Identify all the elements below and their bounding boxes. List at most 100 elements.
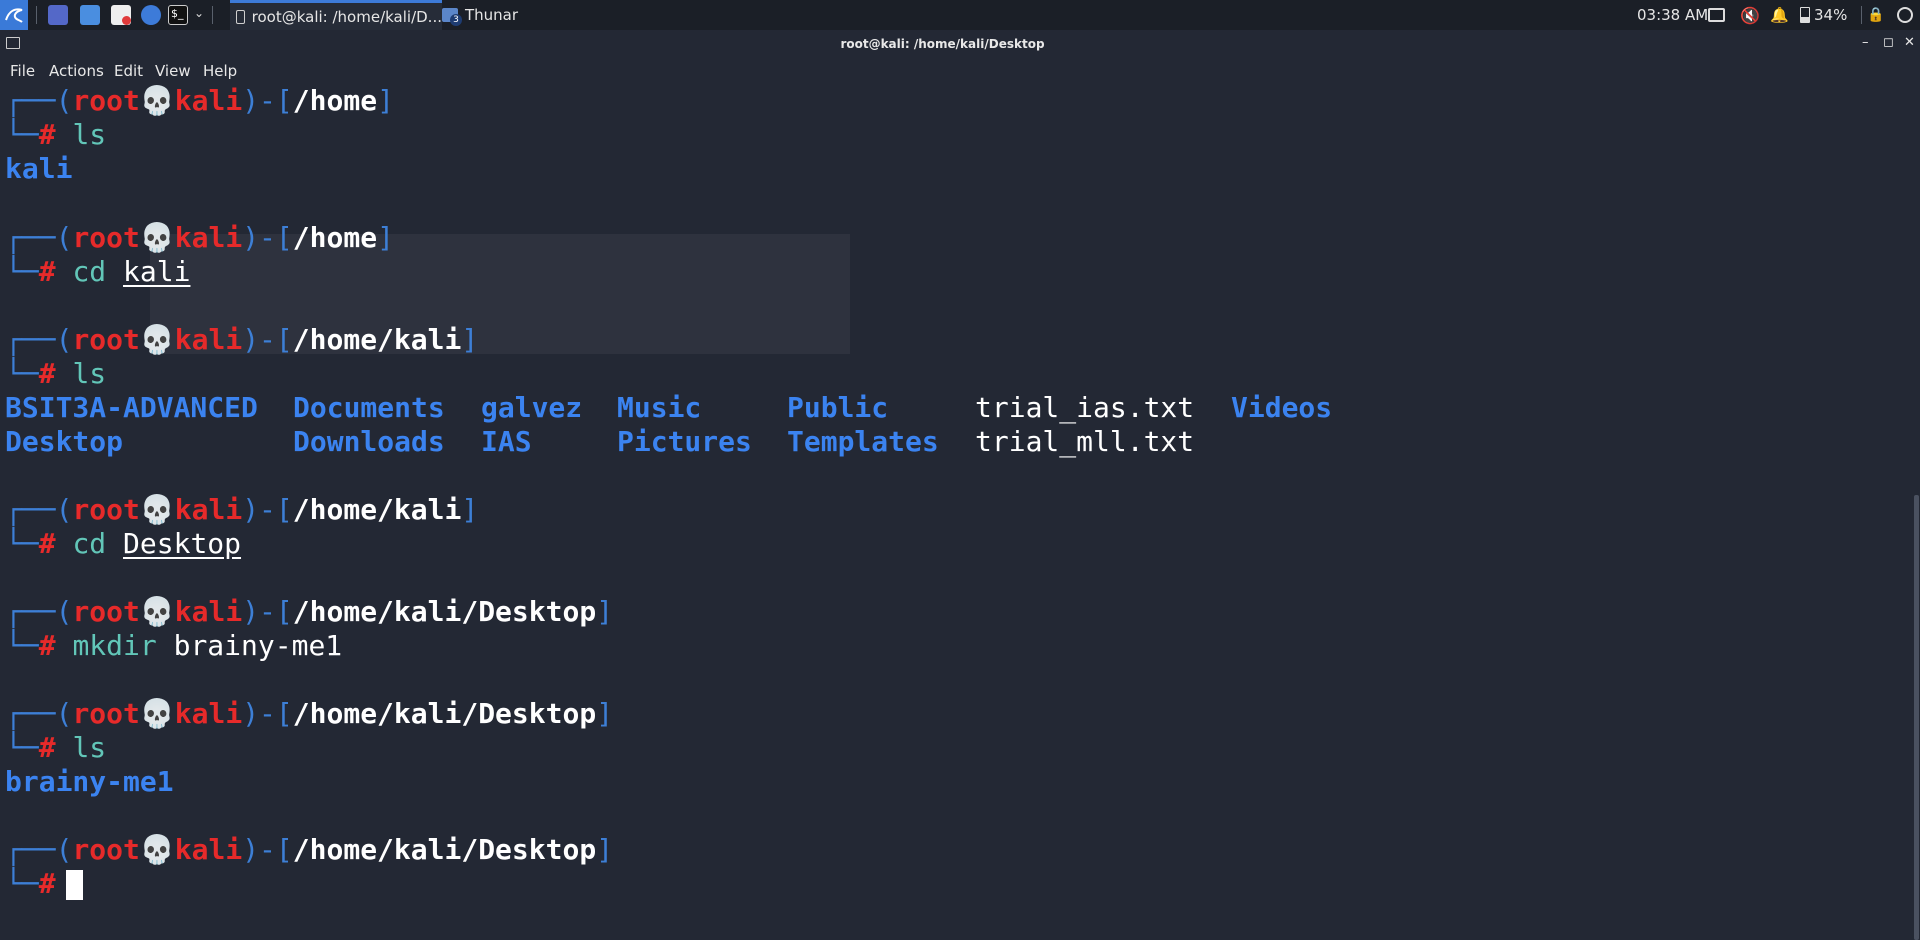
terminal-output[interactable]: ┌──(root💀kali)-[/home] └─# ls kali ┌──(root… — [0, 84, 1905, 940]
dir-entry: Videos — [1231, 391, 1333, 424]
panel-separator — [212, 6, 213, 24]
prompt-path: /home/kali/Desktop — [292, 697, 597, 730]
prompt-bracket: )-[ — [242, 595, 293, 628]
prompt-host: kali — [174, 833, 243, 866]
maximize-button[interactable]: ◻ — [1883, 35, 1894, 50]
prompt-hash: # — [38, 527, 56, 560]
top-panel: $_ ⌄ root@kali: /home/kali/D... 3 Thunar… — [0, 0, 1920, 30]
prompt-hash: # — [38, 867, 56, 900]
prompt-skull-icon: 💀 — [139, 595, 175, 628]
panel-separator — [1861, 6, 1862, 24]
dir-entry: galvez — [481, 391, 583, 424]
dir-entry: Documents — [293, 391, 445, 424]
command-line: └─# — [5, 867, 83, 901]
dir-entry: Templates — [787, 425, 939, 458]
menu-help[interactable]: Help — [203, 62, 237, 80]
dir-entry: Public — [787, 391, 889, 424]
close-button[interactable]: ✕ — [1904, 35, 1915, 50]
command-arg: brainy-me1 — [173, 629, 343, 662]
file-manager-icon[interactable] — [80, 5, 100, 25]
dir-entry: Pictures — [617, 425, 752, 458]
menu-file[interactable]: File — [10, 62, 35, 80]
prompt-host: kali — [174, 493, 243, 526]
prompt-host: kali — [174, 595, 243, 628]
prompt-open: ┌──( — [5, 833, 73, 866]
panel-separator — [36, 6, 37, 24]
prompt-open: ┌──( — [5, 323, 73, 356]
file-entry: trial_mll.txt — [975, 425, 1195, 458]
prompt-corner: └─ — [5, 731, 39, 764]
prompt-line: ┌──(root💀kali)-[/home/kali/Desktop] — [5, 697, 613, 731]
folder-icon: 3 — [442, 8, 462, 26]
prompt-path: /home — [292, 84, 378, 117]
prompt-user: root — [72, 697, 140, 730]
prompt-skull-icon: 💀 — [139, 323, 175, 356]
power-icon[interactable] — [1897, 0, 1913, 30]
command-name: cd — [72, 527, 107, 560]
prompt-host: kali — [174, 84, 243, 117]
window-title: root@kali: /home/kali/Desktop — [840, 37, 1045, 51]
command-line: └─# ls — [5, 357, 106, 391]
clock[interactable]: 03:38 AM — [1637, 0, 1708, 30]
minimize-button[interactable]: – — [1862, 35, 1869, 50]
prompt-corner: └─ — [5, 118, 39, 151]
notification-bell-icon[interactable]: 🔔 — [1770, 0, 1789, 30]
prompt-user: root — [72, 84, 140, 117]
menu-actions[interactable]: Actions — [49, 62, 104, 80]
prompt-skull-icon: 💀 — [139, 221, 175, 254]
prompt-open: ┌──( — [5, 595, 73, 628]
prompt-bracket-close: ] — [377, 84, 394, 117]
prompt-skull-icon: 💀 — [139, 493, 175, 526]
dir-entry: kali — [5, 152, 73, 185]
scrollbar[interactable] — [1914, 495, 1919, 940]
chevron-down-icon[interactable]: ⌄ — [194, 6, 204, 20]
prompt-corner: └─ — [5, 867, 39, 900]
prompt-host: kali — [174, 697, 243, 730]
terminal-launcher-icon[interactable]: $_ — [168, 5, 188, 25]
command-name: cd — [72, 255, 107, 288]
battery-indicator[interactable]: 34% — [1800, 0, 1847, 30]
volume-muted-icon[interactable]: 🔇 — [1740, 0, 1760, 30]
kali-menu-icon[interactable] — [0, 0, 28, 30]
lock-icon[interactable]: 🔒 — [1867, 0, 1884, 30]
command-name: mkdir — [72, 629, 157, 662]
prompt-bracket-close: ] — [596, 697, 614, 730]
command-line: └─# ls — [5, 118, 106, 152]
prompt-bracket-close: ] — [596, 833, 614, 866]
prompt-user: root — [72, 323, 140, 356]
prompt-line: ┌──(root💀kali)-[/home/kali] — [5, 493, 478, 527]
taskbar-item-terminal[interactable]: root@kali: /home/kali/D... — [230, 0, 442, 30]
prompt-line: ┌──(root💀kali)-[/home/kali/Desktop] — [5, 833, 613, 867]
prompt-hash: # — [38, 357, 56, 390]
prompt-bracket-close: ] — [461, 493, 479, 526]
browser-icon[interactable] — [141, 5, 161, 25]
command-line: └─# mkdir brainy-me1 — [5, 629, 342, 663]
workspace-icon[interactable] — [48, 5, 68, 25]
prompt-open: ┌──( — [5, 493, 73, 526]
command-line: └─# cd Desktop — [5, 527, 241, 561]
prompt-path: /home/kali/Desktop — [292, 595, 597, 628]
window-titlebar[interactable]: root@kali: /home/kali/Desktop – ◻ ✕ — [0, 30, 1920, 58]
taskbar-item-thunar[interactable]: 3 Thunar — [436, 0, 532, 30]
menu-view[interactable]: View — [155, 62, 191, 80]
prompt-bracket: )-[ — [242, 493, 293, 526]
prompt-skull-icon: 💀 — [139, 697, 175, 730]
command-arg: Desktop — [123, 527, 242, 560]
prompt-bracket-close: ] — [377, 221, 394, 254]
display-icon[interactable] — [1708, 0, 1725, 30]
text-editor-icon[interactable] — [111, 5, 131, 25]
prompt-corner: └─ — [5, 527, 39, 560]
prompt-line: ┌──(root💀kali)-[/home/kali/Desktop] — [5, 595, 613, 629]
prompt-line: ┌──(root💀kali)-[/home] — [5, 84, 394, 118]
dir-entry: IAS — [481, 425, 532, 458]
command-arg: kali — [123, 255, 191, 288]
terminal-icon — [236, 9, 245, 24]
prompt-bracket-close: ] — [461, 323, 479, 356]
prompt-line: ┌──(root💀kali)-[/home/kali] — [5, 323, 478, 357]
command-line: └─# cd kali — [5, 255, 190, 289]
prompt-user: root — [72, 833, 140, 866]
prompt-hash: # — [38, 118, 56, 151]
dir-entry: BSIT3A-ADVANCED — [5, 391, 258, 424]
command-name: ls — [72, 357, 107, 390]
menu-edit[interactable]: Edit — [114, 62, 143, 80]
